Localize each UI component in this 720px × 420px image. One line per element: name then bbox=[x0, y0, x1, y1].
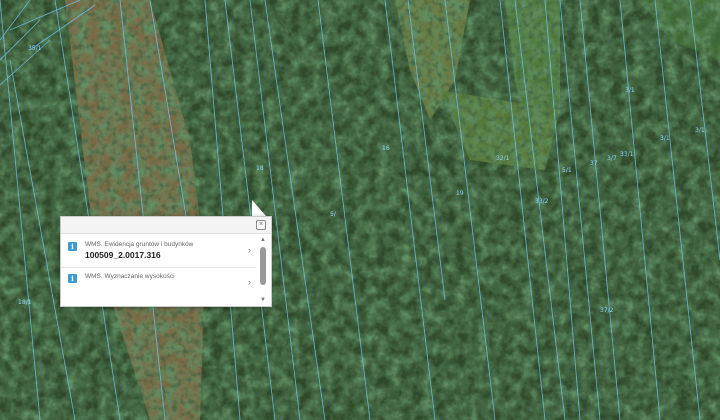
scroll-thumb[interactable] bbox=[260, 247, 266, 285]
parcel-number-label: 33/1 bbox=[620, 151, 634, 158]
parcel-number-label: 37/2 bbox=[600, 307, 614, 314]
layer-name: WMS. Wyznaczanie wysokości bbox=[85, 273, 175, 280]
popup-item-wysokosc[interactable]: i WMS. Wyznaczanie wysokości › bbox=[61, 269, 255, 299]
info-icon: i bbox=[68, 274, 77, 283]
aerial-map[interactable]: 35/1 18 16 5/32/1 19 37 5/1 3/733/1 33/2 3/1 3/1 3/… bbox=[0, 0, 720, 420]
parcel-number-label: 19 bbox=[456, 190, 464, 197]
info-icon: i bbox=[68, 242, 77, 251]
parcel-number-label: 3/7 bbox=[607, 155, 617, 162]
parcel-id: 100509_2.0017.316 bbox=[85, 250, 161, 260]
parcel-number-label: 37 bbox=[590, 160, 598, 167]
parcel-number-label: 5/1 bbox=[562, 167, 572, 174]
popup-pointer bbox=[252, 200, 266, 216]
parcel-number-label: 18 bbox=[256, 165, 264, 172]
parcel-number-label: 3/1 bbox=[660, 135, 670, 142]
popup-header: × bbox=[61, 217, 271, 234]
scroll-down-icon[interactable]: ▼ bbox=[260, 297, 266, 303]
chevron-right-icon[interactable]: › bbox=[248, 277, 251, 287]
parcel-number-label: 16 bbox=[382, 145, 390, 152]
popup-scrollbar[interactable]: ▲ ▼ bbox=[258, 237, 268, 303]
close-icon[interactable]: × bbox=[256, 220, 266, 230]
chevron-right-icon[interactable]: › bbox=[248, 245, 251, 255]
layer-name: WMS. Ewidencja gruntów i budynków bbox=[85, 241, 194, 248]
parcel-number-label: 35/1 bbox=[28, 45, 42, 52]
parcel-number-label: 18/1 bbox=[18, 299, 32, 306]
scroll-up-icon[interactable]: ▲ bbox=[260, 237, 266, 243]
parcel-number-label: 33/2 bbox=[535, 198, 549, 205]
parcel-number-label: 3/1 bbox=[695, 127, 705, 134]
identify-popup: × i WMS. Ewidencja gruntów i budynków 10… bbox=[60, 216, 272, 307]
popup-item-ewidencja[interactable]: i WMS. Ewidencja gruntów i budynków 1005… bbox=[61, 237, 255, 268]
parcel-number-label: 32/1 bbox=[496, 155, 510, 162]
parcel-number-label: 5/ bbox=[330, 211, 337, 218]
parcel-number-label: 3/1 bbox=[625, 87, 635, 94]
